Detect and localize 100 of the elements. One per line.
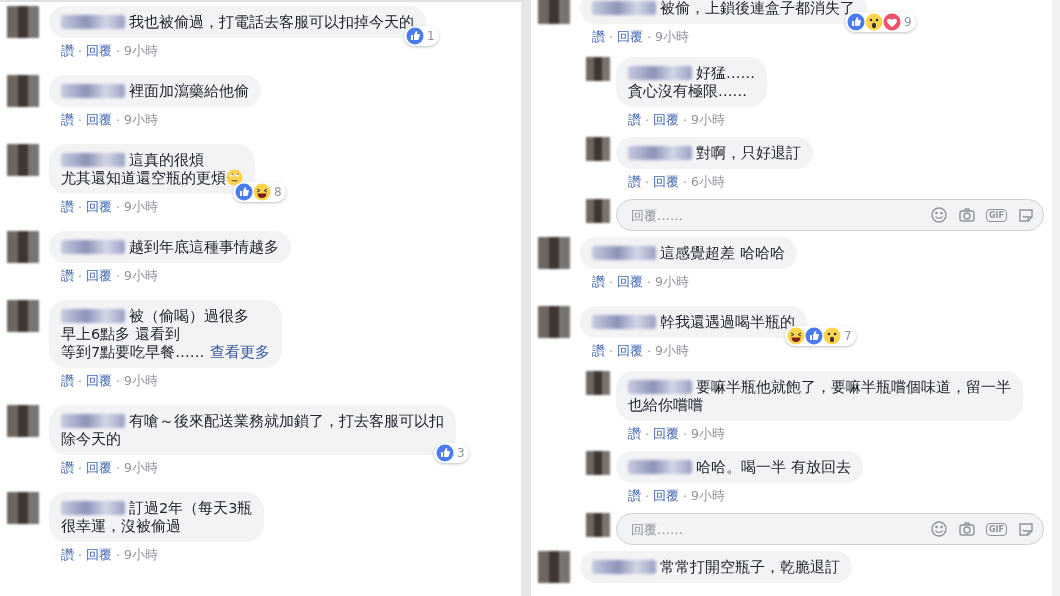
timestamp: 9小時 bbox=[123, 42, 158, 60]
reply-link[interactable]: 回覆 bbox=[653, 173, 679, 191]
blurred-avatar bbox=[586, 451, 610, 475]
timestamp: 6小時 bbox=[690, 173, 725, 191]
like-link[interactable]: 讚 bbox=[628, 111, 641, 129]
emoji-icon[interactable] bbox=[930, 520, 948, 538]
comment-text: 好猛…… bbox=[696, 65, 755, 81]
like-link[interactable]: 讚 bbox=[61, 42, 74, 60]
comment-text: 越到年底這種事情越多 bbox=[129, 239, 279, 255]
separator: · bbox=[78, 460, 82, 476]
like-link[interactable]: 讚 bbox=[628, 173, 641, 191]
like-reaction-icon bbox=[436, 444, 454, 462]
reply-link[interactable]: 回覆 bbox=[86, 198, 112, 216]
camera-icon[interactable] bbox=[958, 206, 976, 224]
sticker-icon[interactable] bbox=[1017, 206, 1035, 224]
separator: · bbox=[116, 460, 120, 476]
blurred-avatar bbox=[7, 75, 39, 107]
surprised-reaction-icon bbox=[865, 13, 883, 31]
comment-text: 被（偷喝）過很多 bbox=[129, 308, 249, 324]
timestamp: 9小時 bbox=[690, 487, 725, 505]
blurred-avatar bbox=[538, 306, 570, 338]
reply-link[interactable]: 回覆 bbox=[617, 342, 643, 360]
timestamp: 9小時 bbox=[654, 28, 689, 46]
reply-link[interactable]: 回覆 bbox=[86, 372, 112, 390]
heart-reaction-icon bbox=[883, 13, 901, 31]
blurred-name bbox=[592, 315, 656, 329]
comment-text: 這真的很煩 bbox=[129, 152, 204, 168]
timestamp: 9小時 bbox=[123, 546, 158, 564]
reply-link[interactable]: 回覆 bbox=[653, 487, 679, 505]
like-link[interactable]: 讚 bbox=[61, 372, 74, 390]
blurred-avatar bbox=[538, 237, 570, 269]
reply-link[interactable]: 回覆 bbox=[617, 273, 643, 291]
timestamp: 9小時 bbox=[654, 273, 689, 291]
blurred-name bbox=[61, 153, 125, 167]
blurred-avatar bbox=[586, 513, 610, 537]
like-link[interactable]: 讚 bbox=[61, 198, 74, 216]
separator: · bbox=[683, 426, 687, 442]
separator: · bbox=[78, 373, 82, 389]
blurred-avatar bbox=[7, 6, 39, 38]
separator: · bbox=[609, 343, 613, 359]
blurred-avatar bbox=[7, 405, 39, 437]
timestamp: 9小時 bbox=[123, 372, 158, 390]
like-link[interactable]: 讚 bbox=[61, 111, 74, 129]
reaction-count: 3 bbox=[457, 446, 465, 460]
reply-link[interactable]: 回覆 bbox=[86, 546, 112, 564]
reaction-count: 8 bbox=[274, 185, 282, 199]
separator: · bbox=[116, 199, 120, 215]
like-link[interactable]: 讚 bbox=[628, 425, 641, 443]
reply-link[interactable]: 回覆 bbox=[653, 111, 679, 129]
emoji-icon[interactable] bbox=[930, 206, 948, 224]
reaction-count: 1 bbox=[427, 29, 435, 43]
like-reaction-icon bbox=[406, 27, 424, 45]
comment-text: 常常打開空瓶子，乾脆退訂 bbox=[660, 559, 840, 575]
like-reaction-icon bbox=[805, 327, 823, 345]
blurred-avatar bbox=[7, 492, 39, 524]
blurred-name bbox=[61, 84, 125, 98]
comment-text: 訂過2年（每天3瓶 bbox=[129, 500, 253, 516]
timestamp: 9小時 bbox=[123, 198, 158, 216]
separator: · bbox=[78, 268, 82, 284]
timestamp: 9小時 bbox=[690, 425, 725, 443]
reply-link[interactable]: 回覆 bbox=[86, 267, 112, 285]
comment-text: 也給你嚐嚐 bbox=[628, 397, 703, 413]
separator: · bbox=[683, 112, 687, 128]
blurred-name bbox=[628, 380, 692, 394]
reply-link[interactable]: 回覆 bbox=[617, 28, 643, 46]
like-link[interactable]: 讚 bbox=[592, 273, 605, 291]
like-reaction-icon bbox=[847, 13, 865, 31]
camera-icon[interactable] bbox=[958, 520, 976, 538]
like-link[interactable]: 讚 bbox=[628, 487, 641, 505]
like-link[interactable]: 讚 bbox=[592, 28, 605, 46]
separator: · bbox=[645, 426, 649, 442]
like-link[interactable]: 讚 bbox=[61, 546, 74, 564]
separator: · bbox=[683, 488, 687, 504]
reply-link[interactable]: 回覆 bbox=[86, 42, 112, 60]
see-more-link[interactable]: 查看更多 bbox=[210, 344, 271, 360]
separator: · bbox=[78, 112, 82, 128]
reply-link[interactable]: 回覆 bbox=[653, 425, 679, 443]
laughing-reaction-icon bbox=[253, 183, 271, 201]
sticker-icon[interactable] bbox=[1017, 520, 1035, 538]
reaction-badge[interactable]: 3 bbox=[434, 443, 469, 463]
separator: · bbox=[78, 43, 82, 59]
timestamp: 9小時 bbox=[690, 111, 725, 129]
separator: · bbox=[78, 547, 82, 563]
timestamp: 9小時 bbox=[123, 459, 158, 477]
comment-text: 除今天的 bbox=[61, 431, 121, 447]
like-link[interactable]: 讚 bbox=[61, 267, 74, 285]
surprised-reaction-icon bbox=[823, 327, 841, 345]
reaction-badge[interactable]: 8 bbox=[233, 182, 286, 202]
like-link[interactable]: 讚 bbox=[61, 459, 74, 477]
like-link[interactable]: 讚 bbox=[592, 342, 605, 360]
reply-link[interactable]: 回覆 bbox=[86, 111, 112, 129]
like-reaction-icon bbox=[235, 183, 253, 201]
separator: · bbox=[683, 174, 687, 190]
separator: · bbox=[116, 43, 120, 59]
reply-link[interactable]: 回覆 bbox=[86, 459, 112, 477]
separator: · bbox=[645, 488, 649, 504]
separator: · bbox=[647, 343, 651, 359]
blurred-avatar bbox=[586, 137, 610, 161]
blurred-name bbox=[61, 240, 125, 254]
separator: · bbox=[645, 112, 649, 128]
